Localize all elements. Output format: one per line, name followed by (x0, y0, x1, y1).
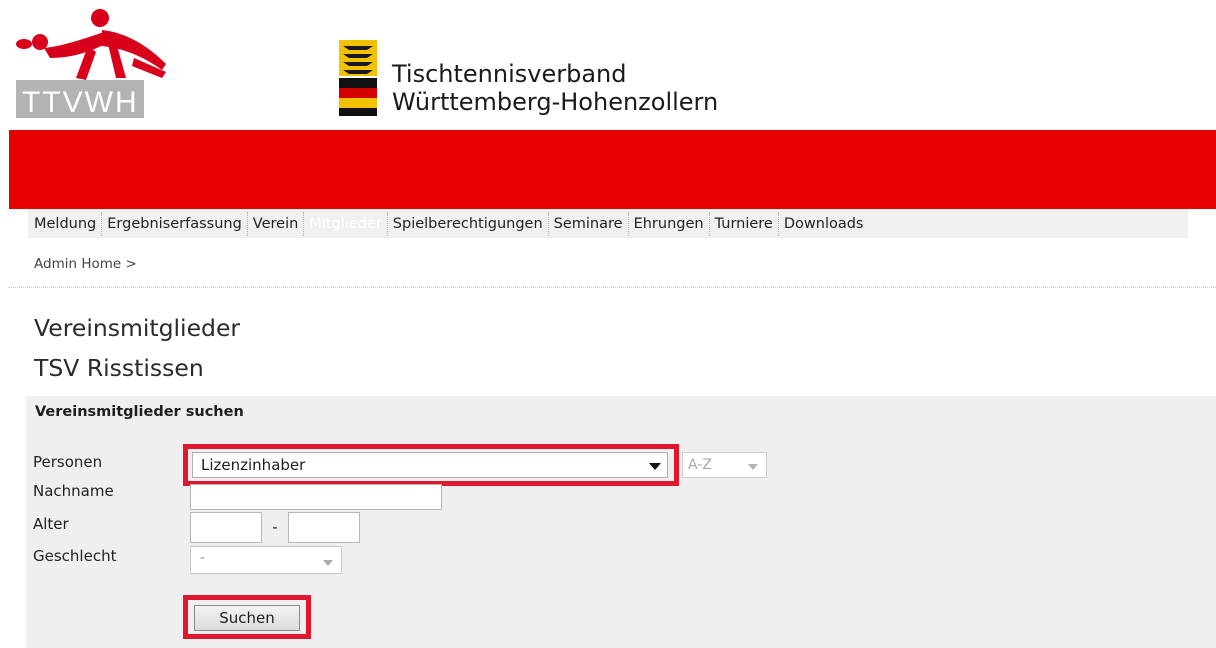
nav-item-turniere[interactable]: Turniere (708, 211, 778, 236)
search-panel-title: Vereinsmitglieder suchen (35, 404, 244, 420)
page-title: Vereinsmitglieder (34, 314, 241, 342)
divider (8, 287, 1216, 288)
search-button[interactable]: Suchen (194, 605, 300, 631)
geschlecht-select[interactable]: - (190, 546, 342, 574)
nav-item-downloads[interactable]: Downloads (777, 211, 869, 236)
dropdown-arrow-icon (323, 560, 333, 566)
alter-from-input[interactable] (190, 512, 262, 543)
personen-selected-value: Lizenzinhaber (201, 456, 306, 474)
geschlecht-label: Geschlecht (33, 547, 117, 565)
club-name: TSV Risstissen (34, 354, 204, 382)
nav-item-ehrungen[interactable]: Ehrungen (627, 211, 709, 236)
org-name-line1: Tischtennisverband (392, 60, 627, 88)
geschlecht-selected-value: - (200, 550, 206, 566)
nav-item-ergebniserfassung[interactable]: Ergebniserfassung (101, 211, 247, 236)
personen-label: Personen (33, 453, 103, 471)
nav-item-mitglieder[interactable]: Mitglieder (303, 211, 387, 236)
header-banner (9, 130, 1216, 209)
table-tennis-player-icon (16, 9, 166, 80)
search-panel: Vereinsmitglieder suchen Personen Nachna… (26, 396, 1216, 648)
org-name-line2: Württemberg-Hohenzollern (392, 88, 719, 116)
nav-item-meldung[interactable]: Meldung (28, 212, 101, 236)
org-header: Tischtennisverband Württemberg-Hohenzoll… (337, 38, 787, 118)
alter-label: Alter (33, 515, 69, 533)
sort-selected-value: A-Z (688, 457, 712, 473)
breadcrumb[interactable]: Admin Home > (34, 256, 137, 272)
coat-of-arms-icon (339, 40, 377, 116)
ttvwh-logo: TTVWH (16, 6, 170, 119)
dropdown-arrow-icon (748, 464, 758, 470)
main-nav: Meldung Ergebniserfassung Verein Mitglie… (28, 209, 1188, 238)
sort-select[interactable]: A-Z (682, 452, 767, 478)
alter-range-separator: - (272, 518, 278, 536)
logo-text: TTVWH (22, 86, 139, 119)
personen-select[interactable]: Lizenzinhaber (192, 452, 668, 478)
nav-item-seminare[interactable]: Seminare (547, 211, 628, 236)
nav-item-verein[interactable]: Verein (246, 211, 304, 236)
nachname-label: Nachname (33, 482, 114, 500)
alter-to-input[interactable] (288, 512, 360, 543)
nav-item-spielberechtigungen[interactable]: Spielberechtigungen (386, 211, 548, 236)
dropdown-arrow-icon (649, 463, 661, 470)
nachname-input[interactable] (190, 484, 442, 510)
